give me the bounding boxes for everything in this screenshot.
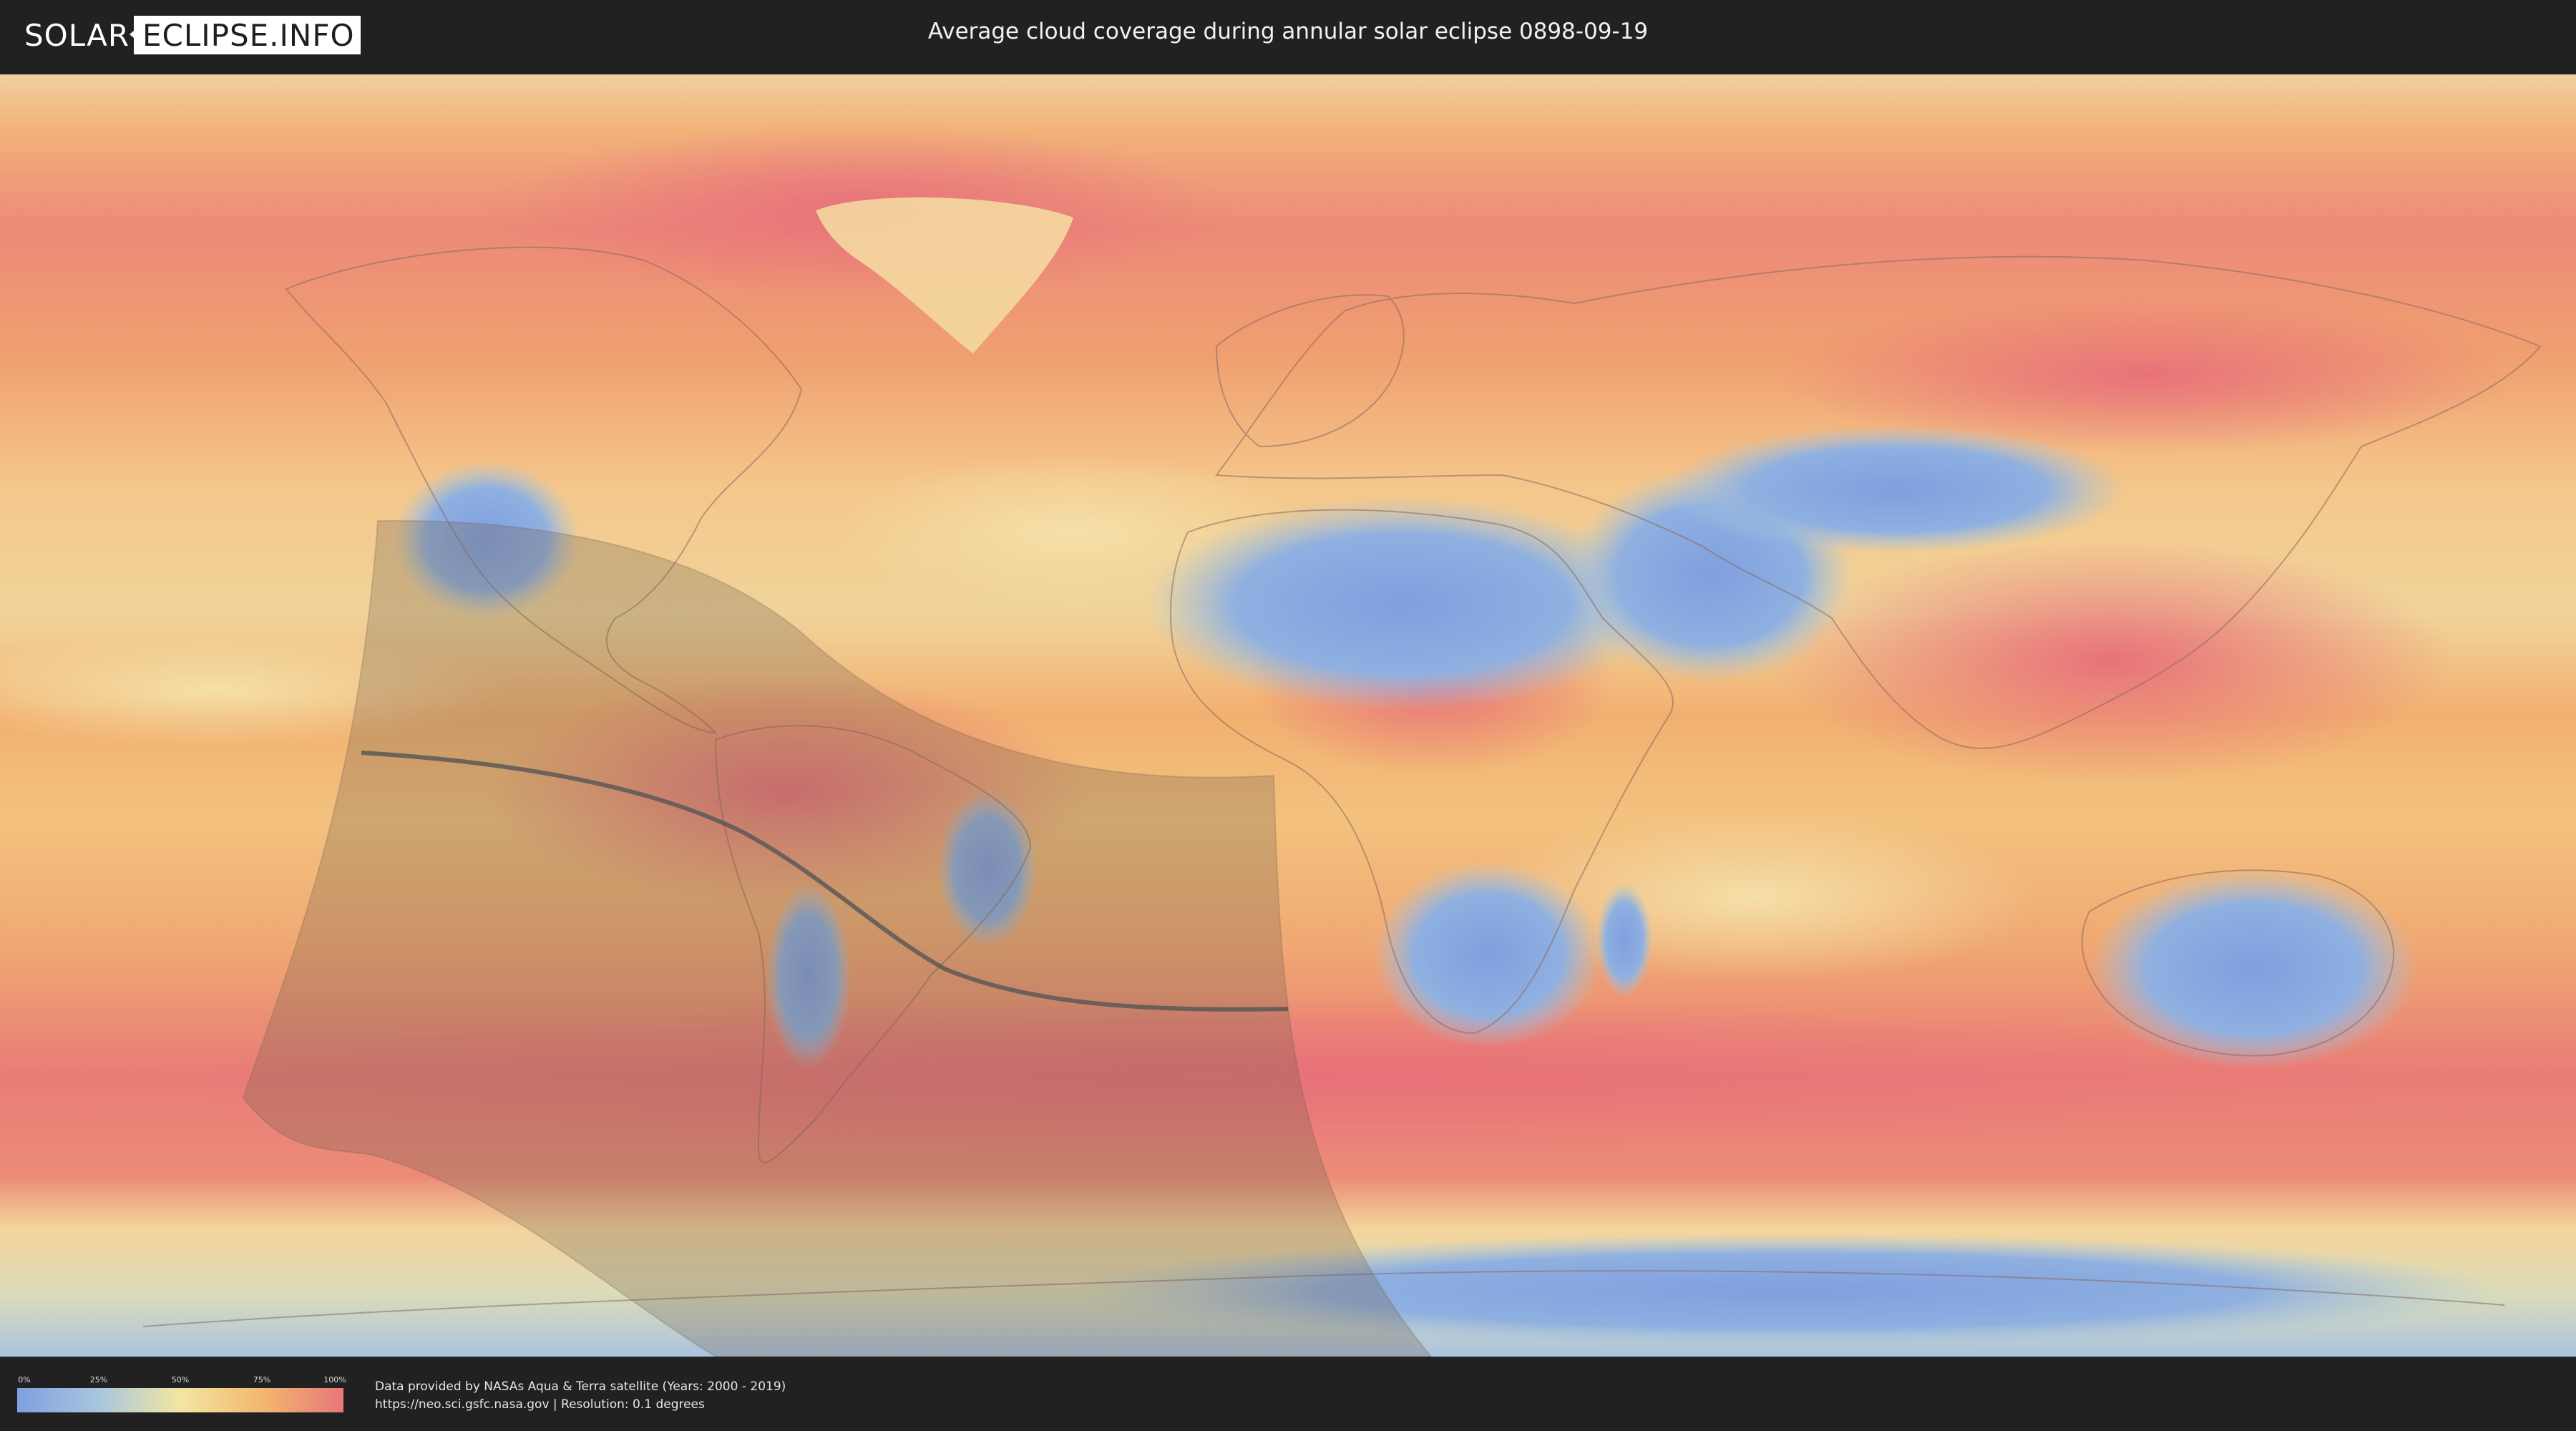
credits-source: Data provided by NASAs Aqua & Terra sate… [375,1379,786,1394]
legend-tick-0: 0% [18,1375,31,1384]
clear-region-madagascar [1596,883,1653,997]
cloud-coverage-map [0,74,2576,1357]
clear-region-southern-africa [1374,861,1603,1047]
page-title: Average cloud coverage during annular so… [927,19,1649,44]
clear-region-australia [2089,869,2419,1069]
legend-tick-25: 25% [89,1375,108,1384]
map-container [0,74,2576,1357]
header-bar: SOLAR ECLIPSE.INFO Average cloud coverag… [0,0,2576,72]
cloudy-region [1767,539,2454,783]
legend-color-bar [17,1388,343,1412]
clear-region-central-asia [1667,425,2125,554]
credits-url: https://neo.sci.gsfc.nasa.gov | Resoluti… [375,1397,705,1412]
legend-tick-75: 75% [253,1375,271,1384]
legend-tick-50: 50% [171,1375,190,1384]
data-credits: Data provided by NASAs Aqua & Terra sate… [375,1378,786,1414]
legend-tick-100: 100% [323,1375,346,1384]
